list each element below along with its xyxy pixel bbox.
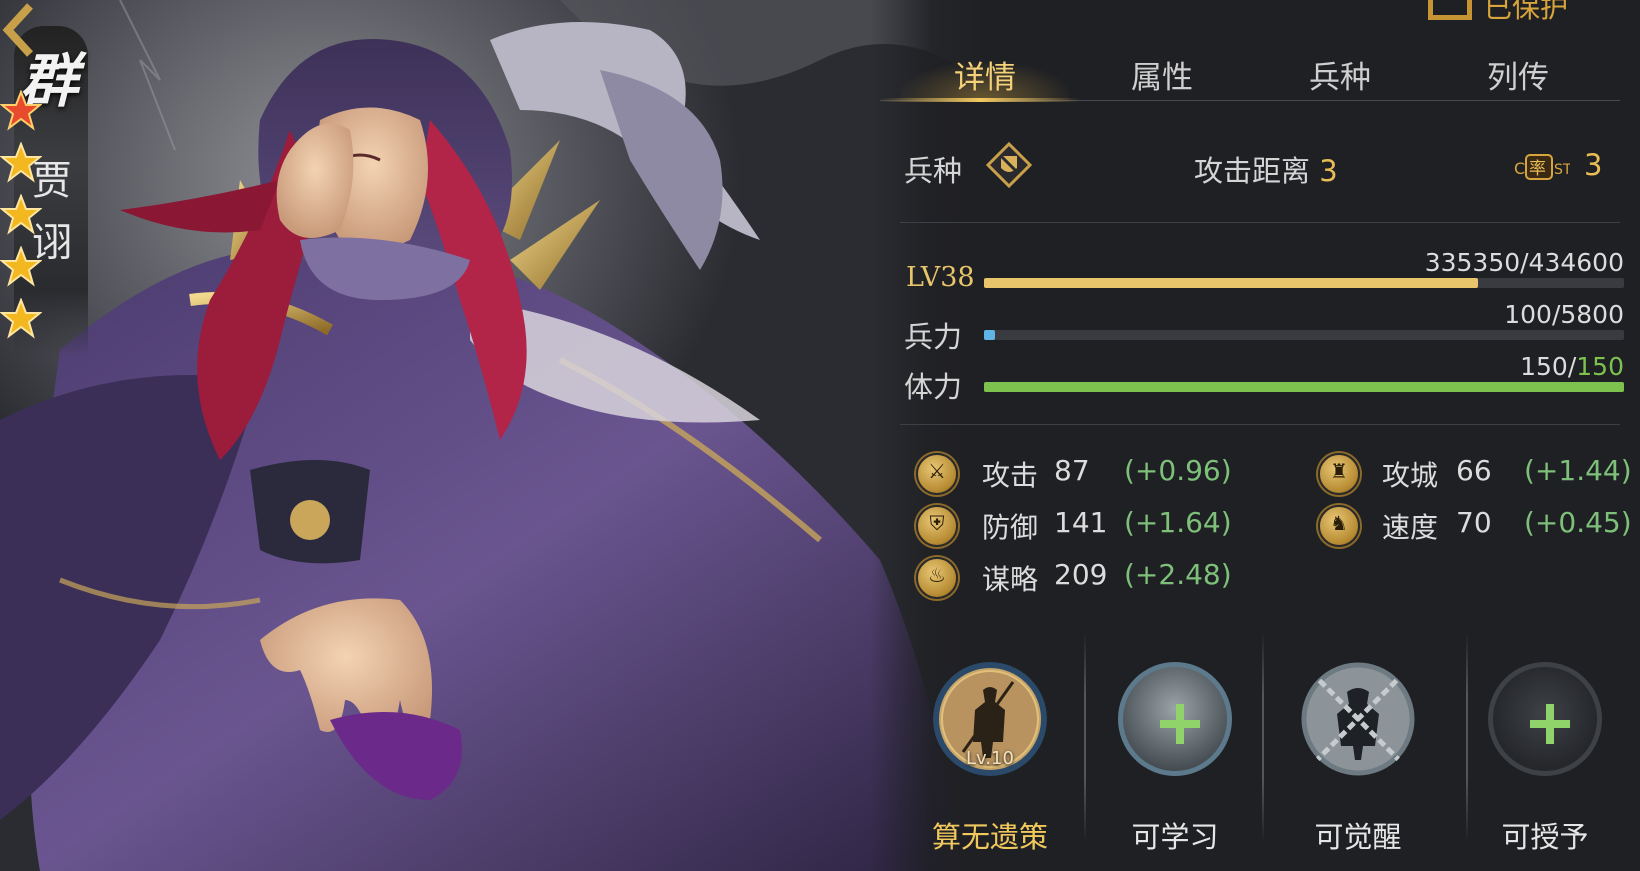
stat-attack-name: 攻击 <box>982 459 1039 492</box>
tab-biography[interactable]: 列传 <box>1428 52 1608 97</box>
stamina-current: 150 <box>1520 352 1568 381</box>
learn-plus-icon <box>1118 662 1232 776</box>
protect-checkbox-icon <box>1428 0 1472 20</box>
skill-grant-label: 可授予 <box>1501 820 1589 854</box>
skill-awaken-label: 可觉醒 <box>1314 820 1402 854</box>
troops-label: 兵力 <box>904 320 963 354</box>
troop-type-label: 兵种 <box>904 154 963 188</box>
stat-siege-bonus: (+1.44) <box>1524 454 1632 487</box>
tab-troop-type[interactable]: 兵种 <box>1250 52 1430 97</box>
stat-siege-value: 66 <box>1456 454 1492 487</box>
skill-slot-4[interactable]: 可授予 <box>1455 632 1635 871</box>
command-value: 3 <box>1584 148 1603 182</box>
grant-plus-icon <box>1488 662 1602 776</box>
star-icon <box>0 90 42 131</box>
stamina-max: 150 <box>1576 352 1624 381</box>
plus-icon <box>1160 704 1200 744</box>
hero-portrait: 群 贾 诩 <box>0 0 1000 871</box>
protect-status[interactable]: 已保护 <box>1428 0 1568 26</box>
troops-value: 100/5800 <box>1504 300 1624 329</box>
plus-icon <box>1530 704 1570 744</box>
horse-icon: ♞ <box>1318 505 1360 547</box>
shield-banner-icon[interactable] <box>986 142 1032 188</box>
command-rate-icon: C 率 ST <box>1514 154 1570 180</box>
awaken-chained-icon <box>1301 662 1415 776</box>
stat-strategy-bonus: (+2.48) <box>1124 558 1232 591</box>
stat-strategy-name: 谋略 <box>982 563 1039 596</box>
tab-attributes[interactable]: 属性 <box>1072 52 1252 97</box>
flame-icon: ♨ <box>916 557 958 599</box>
skill-learn-label: 可学习 <box>1131 820 1219 854</box>
star-icon <box>0 246 42 287</box>
troops-bar <box>984 330 1624 340</box>
skill-slot-3[interactable]: 可觉醒 <box>1268 632 1448 871</box>
active-tab-underline <box>880 98 1080 102</box>
stat-attack-value: 87 <box>1054 454 1090 487</box>
exp-bar <box>984 278 1624 288</box>
shield-icon: ⛨ <box>916 505 958 547</box>
stat-attack-bonus: (+0.96) <box>1124 454 1232 487</box>
stat-defense-name: 防御 <box>982 511 1039 544</box>
troops-bar-fill <box>984 330 995 340</box>
sword-icon: ⚔ <box>916 453 958 495</box>
stat-speed-value: 70 <box>1456 506 1492 539</box>
skill-slot-2[interactable]: 可学习 <box>1085 632 1265 871</box>
skill-level-badge: Lv.10 <box>966 748 1014 769</box>
skill-name: 算无遗策 <box>931 820 1048 854</box>
attack-range: 攻击距离 3 <box>1194 148 1338 190</box>
hero-illustration <box>0 0 1000 871</box>
tab-bar: 详情 属性 兵种 列传 <box>880 40 1620 102</box>
previous-hero-arrow-icon[interactable] <box>0 0 36 60</box>
stamina-value: 150/150 <box>1520 352 1624 381</box>
exp-bar-fill <box>984 278 1478 288</box>
stamina-bar <box>984 382 1624 392</box>
level-label: LV38 <box>906 262 975 293</box>
section-divider <box>900 424 1620 425</box>
stat-strategy-value: 209 <box>1054 558 1108 591</box>
stat-speed-bonus: (+0.45) <box>1524 506 1632 539</box>
star-icon <box>0 298 42 339</box>
protect-label: 已保护 <box>1484 0 1569 24</box>
castle-icon: ♜ <box>1318 453 1360 495</box>
stat-siege-name: 攻城 <box>1382 459 1439 492</box>
stamina-bar-fill <box>984 382 1624 392</box>
exp-value: 335350/434600 <box>1424 248 1624 277</box>
star-icon <box>0 194 42 235</box>
stat-speed-name: 速度 <box>1382 511 1439 544</box>
svg-text:C: C <box>1514 159 1525 178</box>
stamina-label: 体力 <box>904 370 963 404</box>
svg-text:ST: ST <box>1554 162 1570 178</box>
tab-details[interactable]: 详情 <box>895 52 1075 97</box>
attack-range-label: 攻击距离 <box>1194 154 1311 188</box>
stat-defense-bonus: (+1.64) <box>1124 506 1232 539</box>
svg-text:率: 率 <box>1529 159 1546 179</box>
attack-range-value: 3 <box>1319 154 1338 188</box>
star-icon <box>0 142 42 183</box>
skill-slot-1[interactable]: Lv.10 算无遗策 <box>900 632 1080 871</box>
stat-defense-value: 141 <box>1054 506 1108 539</box>
section-divider <box>900 222 1620 223</box>
